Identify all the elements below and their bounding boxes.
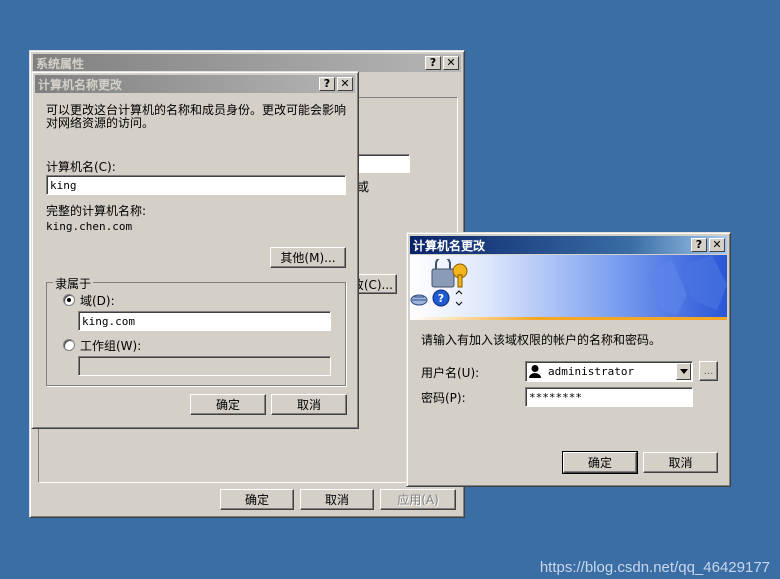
computer-name-titlebar[interactable]: 计算机名称更改 ? ✕ bbox=[35, 75, 355, 93]
help-button[interactable]: ? bbox=[319, 77, 335, 91]
chevron-down-icon bbox=[679, 369, 688, 374]
tray-toolbar: ? bbox=[410, 287, 474, 309]
cancel-button[interactable]: 取消 bbox=[271, 394, 347, 415]
system-properties-title: 系统属性 bbox=[36, 56, 85, 71]
help-circle-icon[interactable]: ? bbox=[432, 289, 450, 307]
password-input[interactable]: ******** bbox=[525, 387, 693, 407]
network-icon[interactable] bbox=[410, 290, 428, 306]
help-button[interactable]: ? bbox=[691, 238, 707, 252]
close-button[interactable]: ✕ bbox=[709, 238, 725, 252]
toolbar-chevron-icon[interactable] bbox=[454, 289, 464, 307]
credentials-banner: ? bbox=[410, 255, 727, 317]
credentials-dialog: 计算机名更改 ? ✕ ? 请输入有加入该域权限的帐户的名称和密码。 用户名(U)… bbox=[406, 232, 731, 487]
svg-text:?: ? bbox=[438, 292, 444, 305]
keys-security-icon bbox=[431, 259, 468, 288]
full-name-label: 完整的计算机名称: bbox=[46, 204, 147, 218]
computer-name-label: 计算机名(C): bbox=[46, 160, 116, 174]
system-properties-titlebar[interactable]: 系统属性 ? ✕ bbox=[33, 54, 461, 72]
close-button[interactable]: ✕ bbox=[443, 56, 459, 70]
full-name-value: king.chen.com bbox=[46, 220, 133, 233]
cancel-button[interactable]: 取消 bbox=[300, 489, 374, 510]
ok-button[interactable]: 确定 bbox=[562, 451, 638, 474]
username-dropdown-button[interactable] bbox=[676, 363, 691, 380]
ok-button[interactable]: 确定 bbox=[220, 489, 294, 510]
workgroup-input[interactable] bbox=[78, 356, 331, 376]
workgroup-radio[interactable] bbox=[63, 339, 75, 351]
help-button[interactable]: ? bbox=[425, 56, 441, 70]
banner-stripe bbox=[410, 317, 727, 320]
computer-name-dialog: 计算机名称更改 ? ✕ 可以更改这台计算机的名称和成员身份。更改可能会影响对网络… bbox=[31, 71, 359, 429]
description-text: 可以更改这台计算机的名称和成员身份。更改可能会影响对网络资源的访问。 bbox=[46, 103, 347, 130]
username-value: administrator bbox=[548, 365, 635, 378]
watermark-text: https://blog.csdn.net/qq_46429177 bbox=[539, 559, 770, 576]
banner-graphic-icon bbox=[647, 255, 727, 315]
cancel-button[interactable]: 取消 bbox=[643, 452, 718, 473]
member-of-label: 隶属于 bbox=[53, 275, 94, 292]
domain-input[interactable]: king.com bbox=[78, 311, 331, 331]
apply-button[interactable]: 应用(A) bbox=[380, 489, 456, 510]
user-icon bbox=[529, 365, 541, 378]
ok-button[interactable]: 确定 bbox=[190, 394, 266, 415]
browse-button[interactable]: ... bbox=[699, 361, 718, 381]
password-label: 密码(P): bbox=[421, 391, 466, 405]
computer-name-input[interactable]: king bbox=[46, 175, 346, 195]
workgroup-radio-label[interactable]: 工作组(W): bbox=[80, 337, 141, 354]
username-label: 用户名(U): bbox=[421, 366, 480, 380]
credentials-title: 计算机名更改 bbox=[413, 238, 486, 253]
credentials-titlebar[interactable]: 计算机名更改 ? ✕ bbox=[410, 236, 727, 254]
member-of-group: 隶属于 域(D): king.com 工作组(W): bbox=[46, 275, 346, 386]
computer-name-title: 计算机名称更改 bbox=[38, 77, 123, 92]
partial-name-field[interactable] bbox=[357, 154, 410, 173]
domain-radio[interactable] bbox=[63, 294, 75, 306]
username-combobox[interactable]: administrator bbox=[525, 361, 693, 382]
domain-radio-label[interactable]: 域(D): bbox=[80, 292, 115, 309]
more-button[interactable]: 其他(M)... bbox=[270, 247, 346, 268]
close-button[interactable]: ✕ bbox=[337, 77, 353, 91]
credentials-prompt: 请输入有加入该域权限的帐户的名称和密码。 bbox=[421, 333, 662, 347]
